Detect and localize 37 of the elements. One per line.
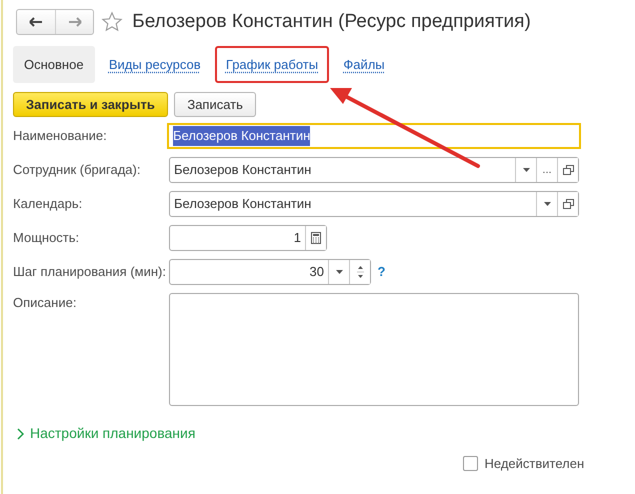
field-label: Шаг планирования (мин): bbox=[13, 263, 167, 282]
tab[interactable]: Файлы bbox=[332, 46, 396, 83]
reference-field[interactable]: Белозеров Константин ... bbox=[169, 157, 579, 183]
open-button[interactable] bbox=[557, 192, 578, 216]
tab[interactable]: Виды ресурсов bbox=[98, 46, 212, 83]
field-label: Описание: bbox=[13, 294, 78, 312]
favorite-star-icon[interactable] bbox=[100, 11, 122, 34]
calculator-button[interactable] bbox=[305, 226, 326, 250]
number-field[interactable]: 1 bbox=[169, 225, 327, 251]
forward-arrow-icon bbox=[68, 17, 82, 28]
chevron-icon bbox=[17, 428, 24, 440]
name-field[interactable]: Белозеров Константин bbox=[167, 123, 581, 149]
field-label: Сотрудник (бригада): bbox=[13, 161, 142, 180]
window-title: Белозеров Константин (Ресурс предприятия) bbox=[132, 10, 531, 34]
windows-icon bbox=[562, 198, 574, 210]
field-label: Наименование: bbox=[13, 127, 108, 146]
caret-icon bbox=[522, 168, 530, 172]
calculator-icon bbox=[311, 232, 321, 244]
back-arrow-icon bbox=[29, 17, 43, 28]
checkbox[interactable] bbox=[463, 456, 478, 472]
help-link[interactable]: ? bbox=[378, 262, 386, 282]
windows-icon bbox=[562, 164, 574, 176]
field-label: Календарь: bbox=[13, 195, 84, 214]
spin-button[interactable] bbox=[349, 260, 370, 284]
caret-icon bbox=[544, 202, 550, 206]
tab[interactable]: Основное bbox=[13, 46, 95, 83]
field-label: Мощность: bbox=[13, 229, 80, 248]
caret-icon bbox=[336, 270, 342, 274]
description-field[interactable] bbox=[169, 293, 579, 406]
checkbox-label: Недействителен bbox=[484, 455, 584, 473]
reference-field[interactable]: Белозеров Константин bbox=[169, 191, 579, 217]
save-button[interactable]: Записать bbox=[174, 92, 256, 117]
tab[interactable]: График работы bbox=[214, 46, 330, 83]
open-button[interactable] bbox=[557, 158, 578, 182]
save-and-close-button[interactable]: Записать и закрыть bbox=[13, 92, 168, 117]
spin-field[interactable]: 30 bbox=[169, 259, 371, 285]
spin-arrows-icon bbox=[356, 264, 364, 280]
